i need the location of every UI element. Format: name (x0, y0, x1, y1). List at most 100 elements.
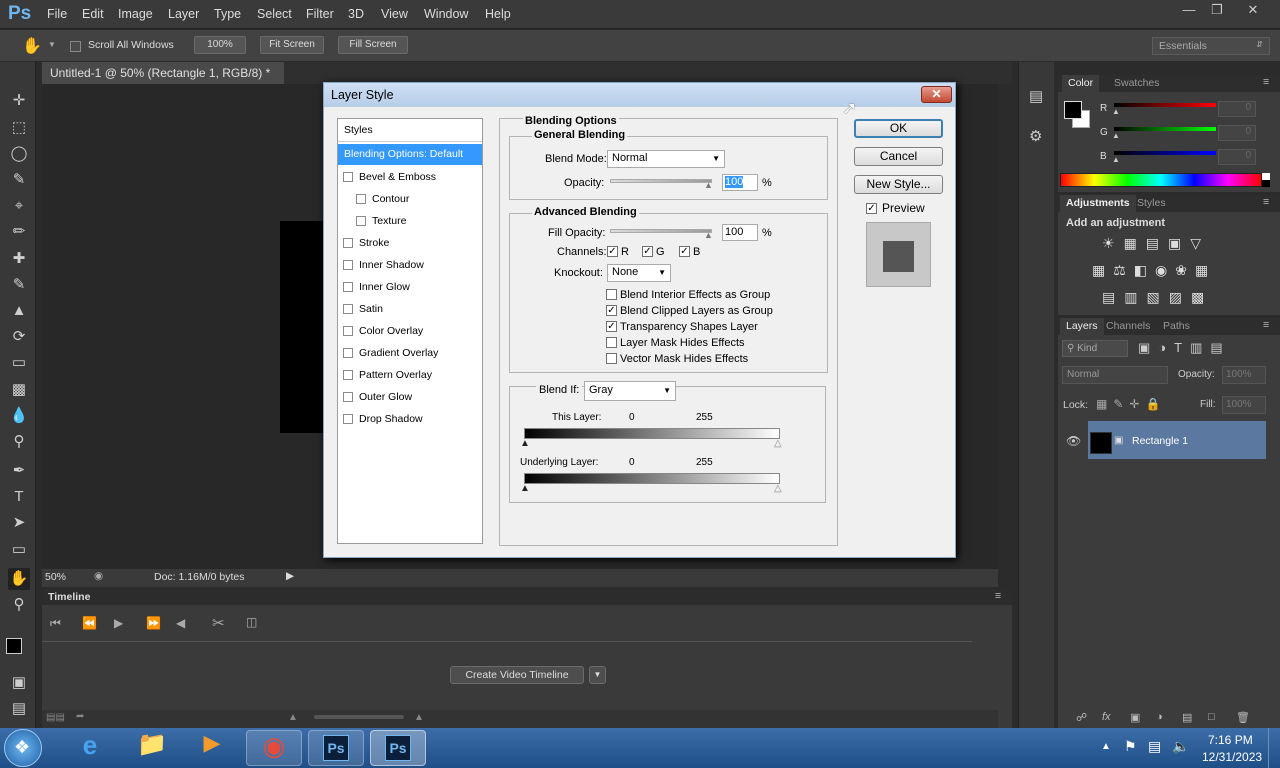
underlying-gradient-slider[interactable] (524, 473, 780, 484)
levels-icon[interactable]: ▦ (1124, 235, 1146, 251)
taskbar-media-player[interactable]: ▶ (184, 730, 240, 766)
new-style-button[interactable]: New Style... (854, 175, 943, 194)
clone-stamp-tool-icon[interactable]: ▲ (8, 300, 30, 322)
vibrance-icon[interactable]: ▽ (1190, 235, 1210, 251)
zoom-level[interactable]: 50% (45, 571, 66, 583)
style-drop-shadow[interactable]: Drop Shadow (343, 413, 423, 425)
style-texture[interactable]: Texture (356, 215, 406, 227)
filter-smart-icon[interactable]: ▤ (1210, 340, 1230, 355)
knockout-dropdown[interactable]: None ▼ (607, 264, 671, 282)
add-mask-icon[interactable]: ▣ (1130, 711, 1140, 724)
type-tool-icon[interactable]: T (8, 486, 30, 508)
document-tab[interactable]: Untitled-1 @ 50% (Rectangle 1, RGB/8) * … (42, 62, 284, 94)
bevel-checkbox[interactable] (343, 172, 353, 183)
fx-icon[interactable]: fx (1102, 711, 1111, 723)
satin-checkbox[interactable] (343, 304, 353, 315)
style-color-overlay[interactable]: Color Overlay (343, 325, 423, 337)
menu-select[interactable]: Select (257, 7, 292, 21)
color-lookup-icon[interactable]: ▦ (1195, 262, 1216, 278)
opacity-input[interactable]: 100 (722, 174, 758, 191)
minimize-icon[interactable]: — (1176, 2, 1202, 20)
start-button[interactable]: ❖ (4, 729, 42, 767)
timeline-menu-icon[interactable]: ≡ (995, 590, 1001, 602)
history-brush-tool-icon[interactable]: ⟳ (8, 326, 30, 348)
taskbar-ie[interactable]: e (62, 730, 118, 766)
this-layer-gradient-slider[interactable] (524, 428, 780, 439)
blend-if-dropdown[interactable]: Gray ▼ (584, 381, 676, 401)
fill-screen-button[interactable]: Fill Screen (338, 36, 408, 54)
close-icon[interactable]: ✕ (1240, 2, 1266, 20)
style-gradient-overlay[interactable]: Gradient Overlay (343, 347, 438, 359)
status-icon[interactable]: ◉ (94, 570, 103, 582)
r-slider-thumb-icon[interactable]: ▲ (1112, 107, 1120, 116)
blend-interior-checkbox[interactable] (606, 288, 617, 300)
vector-mask-hides-checkbox[interactable] (606, 352, 617, 364)
brush-tool-icon[interactable]: ✎ (8, 274, 30, 296)
new-adjustment-icon[interactable]: ◑ (1156, 711, 1163, 723)
hand-tool-icon[interactable]: ✋ (22, 36, 42, 56)
status-menu-arrow-icon[interactable]: ▶ (286, 570, 294, 582)
this-layer-black-thumb-icon[interactable]: ▲ (520, 438, 530, 449)
timeline-zoom-slider[interactable] (314, 715, 404, 719)
ok-button[interactable]: OK (854, 119, 943, 138)
drop-shadow-checkbox[interactable] (343, 414, 353, 425)
selective-color-icon[interactable]: ▨ (1169, 289, 1191, 305)
g-value[interactable]: 0 (1218, 125, 1256, 141)
layers-menu-icon[interactable]: ≡ (1263, 319, 1269, 331)
fg-color-swatch[interactable] (1064, 101, 1082, 119)
fill-opacity-slider[interactable] (610, 229, 712, 233)
zoom-tool-icon[interactable]: ⚲ (8, 594, 30, 616)
eraser-tool-icon[interactable]: ▭ (8, 352, 30, 374)
layer-mask-hides-checkbox[interactable] (606, 336, 617, 348)
style-pattern-overlay[interactable]: Pattern Overlay (343, 369, 432, 381)
texture-checkbox[interactable] (356, 216, 366, 227)
history-panel-icon[interactable]: ▤ (1029, 87, 1043, 105)
hand-tool-icon[interactable]: ✋ (8, 568, 30, 590)
lasso-tool-icon[interactable]: ◯ (8, 143, 30, 165)
clock-date[interactable]: 12/31/2023 (1202, 750, 1262, 764)
layer-row-rectangle-1[interactable]: ▣ Rectangle 1 (1088, 421, 1266, 459)
style-bevel-emboss[interactable]: Bevel & Emboss (343, 171, 436, 183)
cancel-button[interactable]: Cancel (854, 147, 943, 166)
first-frame-icon[interactable]: ⏮ (50, 616, 61, 631)
style-stroke[interactable]: Stroke (343, 237, 389, 249)
menu-layer[interactable]: Layer (168, 7, 199, 21)
layer-kind-filter[interactable]: ⚲ Kind (1062, 340, 1128, 357)
menu-3d[interactable]: 3D (348, 7, 364, 21)
color-panel-menu-icon[interactable]: ≡ (1263, 76, 1269, 88)
dialog-close-icon[interactable]: ✕ (921, 86, 952, 103)
scroll-all-checkbox[interactable] (70, 39, 81, 53)
channel-r-checkbox[interactable]: ✓ (607, 245, 618, 257)
threshold-icon[interactable]: ▧ (1146, 289, 1168, 305)
next-frame-icon[interactable]: ⏩ (146, 616, 161, 630)
style-blending-options[interactable]: Blending Options: Default (338, 144, 482, 165)
properties-panel-icon[interactable]: ⚙ (1029, 127, 1042, 145)
menu-view[interactable]: View (381, 7, 408, 21)
lock-transparent-icon[interactable]: ▦ (1096, 397, 1113, 411)
workspace-select[interactable]: Essentials ⇵ (1152, 37, 1270, 55)
invert-icon[interactable]: ▤ (1102, 289, 1124, 305)
scissors-icon[interactable]: ✂ (212, 614, 225, 632)
underlying-white-thumb-icon[interactable]: △ (774, 483, 782, 494)
taskbar-chrome[interactable]: ◉ (246, 730, 302, 766)
transition-icon[interactable]: ◫ (246, 615, 257, 629)
gradient-map-icon[interactable]: ▩ (1191, 289, 1213, 305)
g-slider-thumb-icon[interactable]: ▲ (1112, 131, 1120, 140)
tab-adjustments[interactable]: Adjustments (1060, 195, 1136, 212)
posterize-icon[interactable]: ▥ (1124, 289, 1146, 305)
filter-adjust-icon[interactable]: ◑ (1158, 340, 1174, 355)
play-icon[interactable]: ▶ (114, 616, 123, 630)
path-select-tool-icon[interactable]: ➤ (8, 512, 30, 534)
lock-move-icon[interactable]: ✛ (1129, 397, 1145, 411)
quick-select-tool-icon[interactable]: ✎ (8, 169, 30, 191)
this-layer-white-thumb-icon[interactable]: △ (774, 438, 782, 449)
frames-icon[interactable]: ▤▤ (46, 712, 65, 723)
photo-filter-icon[interactable]: ◉ (1155, 262, 1175, 278)
tab-swatches[interactable]: Swatches (1114, 77, 1160, 89)
convert-icon[interactable]: ➦ (76, 711, 84, 722)
opacity-slider[interactable] (610, 179, 712, 183)
tool-preset-dropdown-icon[interactable]: ▼ (48, 40, 56, 49)
new-group-icon[interactable]: ▤ (1182, 711, 1192, 724)
quick-mask-icon[interactable]: ▣ (8, 672, 30, 694)
crop-tool-icon[interactable]: ⌖ (8, 195, 30, 217)
